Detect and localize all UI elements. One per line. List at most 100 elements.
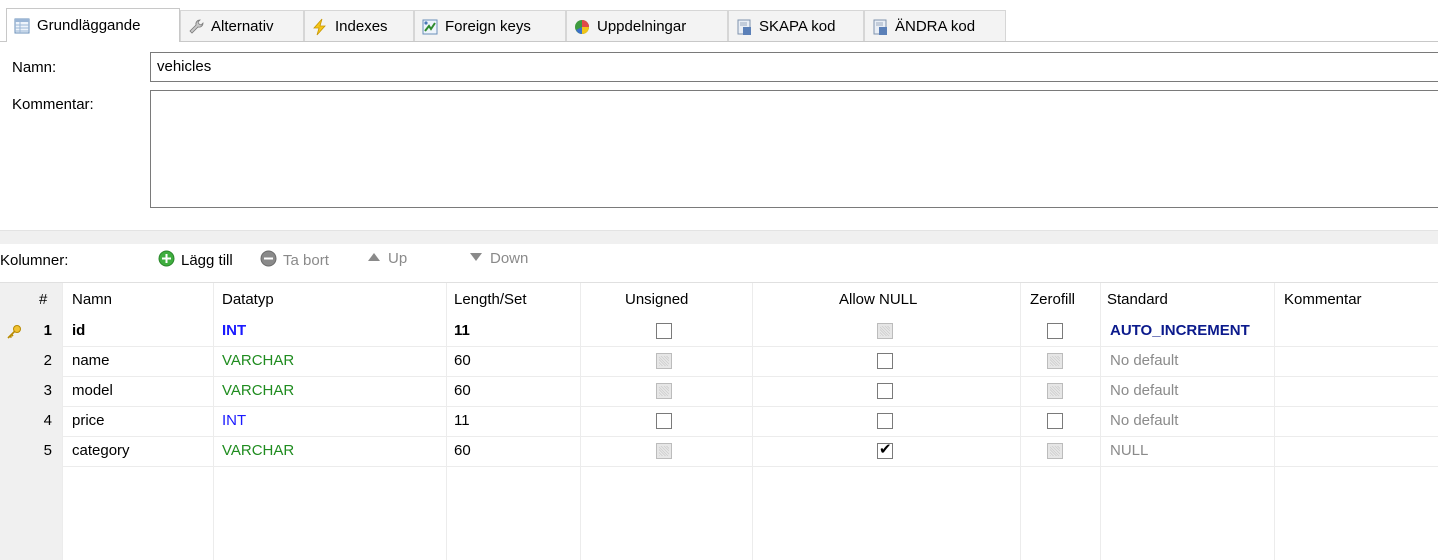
tab-foreign-keys[interactable]: Foreign keys <box>414 10 566 42</box>
header-number[interactable]: # <box>39 291 47 308</box>
check-icon: ✔ <box>879 441 892 458</box>
tab-andra-kod[interactable]: ÄNDRA kod <box>864 10 1006 42</box>
default-cell[interactable]: NULL <box>1110 442 1148 459</box>
code-icon <box>735 18 753 36</box>
remove-icon <box>260 250 277 271</box>
allow-null-checkbox[interactable]: ✔ <box>877 441 893 459</box>
table-icon <box>13 17 31 35</box>
unsigned-checkbox[interactable] <box>656 413 672 429</box>
tab-alternativ[interactable]: Alternativ <box>180 10 304 42</box>
column-name-cell[interactable]: model <box>72 382 113 399</box>
column-name-cell[interactable]: name <box>72 352 110 369</box>
row-number: 1 <box>43 322 52 339</box>
move-up-button[interactable]: Up <box>366 250 407 267</box>
length-cell[interactable]: 60 <box>454 442 471 459</box>
tab-uppdelningar[interactable]: Uppdelningar <box>566 10 728 42</box>
header-comment[interactable]: Kommentar <box>1284 291 1362 308</box>
unsigned-checkbox[interactable] <box>656 383 672 399</box>
table-row[interactable]: 3 model VARCHAR 60 No default <box>0 377 1438 407</box>
header-standard[interactable]: Standard <box>1107 291 1168 308</box>
grid-header: # Namn Datatyp Length/Set Unsigned Allow… <box>0 283 1438 317</box>
row-number: 2 <box>43 352 52 369</box>
columns-toolbar: Kolumner: Lägg till Ta bort Up Down <box>0 244 1438 278</box>
default-cell[interactable]: No default <box>1110 412 1178 429</box>
remove-column-label: Ta bort <box>283 252 329 269</box>
tab-indexes[interactable]: Indexes <box>304 10 414 42</box>
unsigned-checkbox[interactable] <box>656 353 672 369</box>
code-icon <box>871 18 889 36</box>
unsigned-checkbox[interactable] <box>656 323 672 339</box>
allow-null-checkbox[interactable] <box>877 413 893 429</box>
header-datatype[interactable]: Datatyp <box>222 291 274 308</box>
table-row[interactable]: 5 category VARCHAR 60 ✔ NULL <box>0 437 1438 467</box>
tab-label: Indexes <box>335 18 388 35</box>
foreign-key-icon <box>421 18 439 36</box>
tab-skapa-kod[interactable]: SKAPA kod <box>728 10 864 42</box>
key-icon <box>6 324 22 344</box>
zerofill-checkbox[interactable] <box>1047 383 1063 399</box>
zerofill-checkbox[interactable] <box>1047 413 1063 429</box>
default-cell[interactable]: No default <box>1110 352 1178 369</box>
row-number: 5 <box>43 442 52 459</box>
header-allow-null[interactable]: Allow NULL <box>839 291 917 308</box>
default-cell[interactable]: AUTO_INCREMENT <box>1110 322 1250 339</box>
add-column-button[interactable]: Lägg till <box>158 250 233 271</box>
tab-label: Grundläggande <box>37 17 141 34</box>
datatype-cell[interactable]: VARCHAR <box>222 442 294 459</box>
length-cell[interactable]: 11 <box>454 322 470 339</box>
row-number: 4 <box>43 412 52 429</box>
header-zerofill[interactable]: Zerofill <box>1030 291 1075 308</box>
basic-settings-panel: Namn: vehicles Kommentar: <box>0 41 1438 231</box>
table-row[interactable]: 4 price INT 11 No default <box>0 407 1438 437</box>
move-down-button[interactable]: Down <box>468 250 528 267</box>
columns-label: Kolumner: <box>0 252 69 269</box>
length-cell[interactable]: 60 <box>454 382 471 399</box>
table-row[interactable]: 2 name VARCHAR 60 No default <box>0 347 1438 377</box>
columns-grid: # Namn Datatyp Length/Set Unsigned Allow… <box>0 282 1438 560</box>
length-cell[interactable]: 60 <box>454 352 471 369</box>
zerofill-checkbox[interactable] <box>1047 353 1063 369</box>
move-down-label: Down <box>490 250 529 267</box>
row-number: 3 <box>43 382 52 399</box>
tab-label: Foreign keys <box>445 18 531 35</box>
add-icon <box>158 250 175 271</box>
panel-separator <box>0 231 1438 244</box>
tab-bar: Grundläggande Alternativ Indexes Foreign… <box>0 0 1438 42</box>
datatype-cell[interactable]: INT <box>222 322 246 339</box>
name-label: Namn: <box>12 59 57 76</box>
lightning-icon <box>311 18 329 36</box>
tab-grundlaggande[interactable]: Grundläggande <box>6 8 180 42</box>
allow-null-checkbox[interactable] <box>877 383 893 399</box>
unsigned-checkbox[interactable] <box>656 443 672 459</box>
column-name-cell[interactable]: price <box>72 412 105 429</box>
remove-column-button[interactable]: Ta bort <box>260 250 329 271</box>
move-up-label: Up <box>388 250 408 267</box>
allow-null-checkbox[interactable] <box>877 323 893 339</box>
header-unsigned[interactable]: Unsigned <box>625 291 688 308</box>
comment-textarea[interactable] <box>150 90 1438 208</box>
default-cell[interactable]: No default <box>1110 382 1178 399</box>
datatype-cell[interactable]: VARCHAR <box>222 352 294 369</box>
column-name-cell[interactable]: category <box>72 442 130 459</box>
pie-chart-icon <box>573 18 591 36</box>
name-input[interactable]: vehicles <box>150 52 1438 82</box>
triangle-down-icon <box>468 250 484 267</box>
tab-label: ÄNDRA kod <box>895 18 976 35</box>
header-name[interactable]: Namn <box>72 291 112 308</box>
header-length[interactable]: Length/Set <box>454 291 527 308</box>
table-row[interactable]: 1 id INT 11 AUTO_INCREMENT <box>0 317 1438 347</box>
datatype-cell[interactable]: INT <box>222 412 246 429</box>
comment-label: Kommentar: <box>12 96 94 113</box>
triangle-up-icon <box>366 250 382 267</box>
allow-null-checkbox[interactable] <box>877 353 893 369</box>
tab-label: SKAPA kod <box>759 18 836 35</box>
column-name-cell[interactable]: id <box>72 322 85 339</box>
wrench-icon <box>187 18 205 36</box>
tab-label: Uppdelningar <box>597 18 687 35</box>
length-cell[interactable]: 11 <box>454 412 470 429</box>
add-column-label: Lägg till <box>181 252 233 269</box>
datatype-cell[interactable]: VARCHAR <box>222 382 294 399</box>
tab-label: Alternativ <box>211 18 274 35</box>
zerofill-checkbox[interactable] <box>1047 323 1063 339</box>
zerofill-checkbox[interactable] <box>1047 443 1063 459</box>
